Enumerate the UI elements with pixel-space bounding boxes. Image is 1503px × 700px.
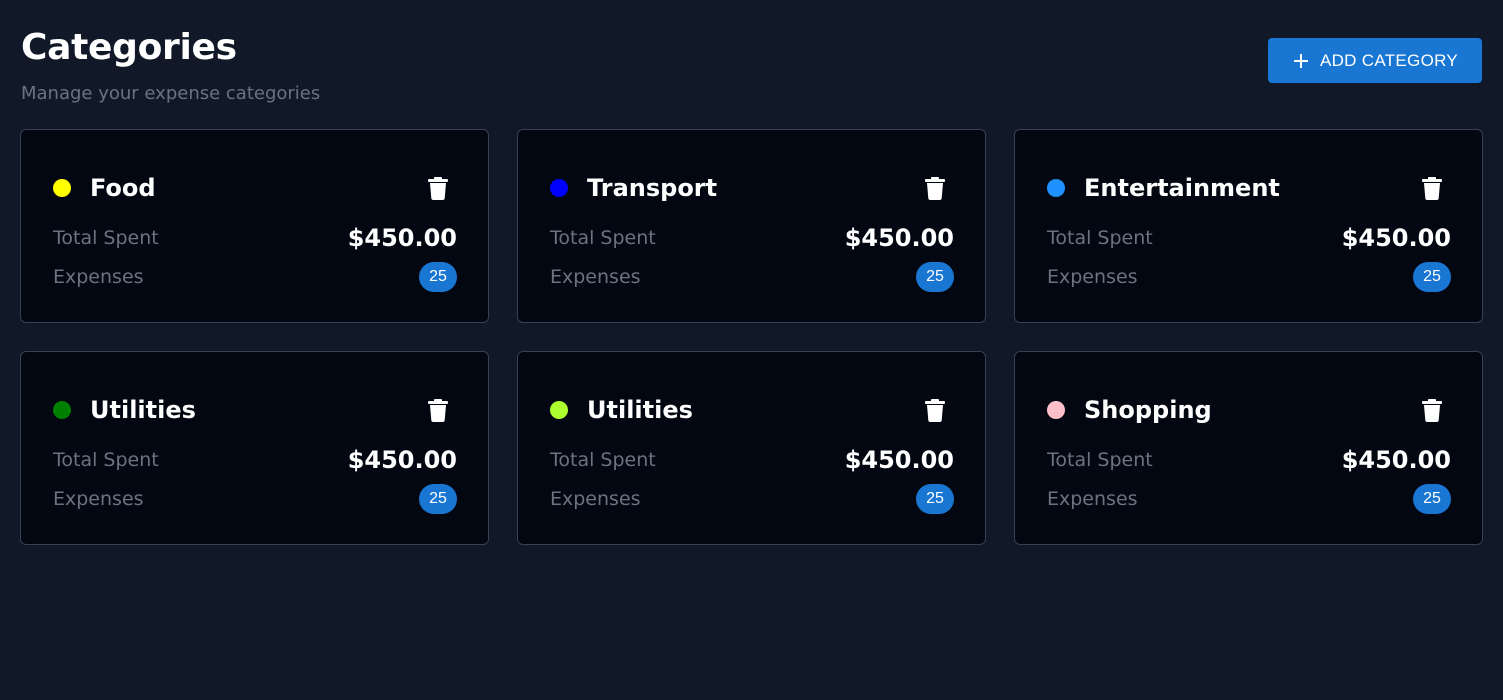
expenses-row: Expenses 25 — [53, 484, 457, 514]
category-name: Transport — [587, 174, 718, 202]
total-spent-value: $450.00 — [844, 224, 954, 252]
total-spent-label: Total Spent — [1047, 449, 1153, 471]
category-card: Transport Total Spent $450.00 Expenses 2… — [517, 129, 986, 323]
delete-category-button[interactable] — [921, 396, 949, 424]
total-spent-label: Total Spent — [1047, 227, 1153, 249]
expense-count-badge: 25 — [916, 262, 954, 292]
expense-count-badge: 25 — [1413, 262, 1451, 292]
expenses-label: Expenses — [1047, 266, 1138, 288]
trash-icon — [1422, 177, 1442, 200]
category-card: Utilities Total Spent $450.00 Expenses 2… — [20, 351, 489, 545]
category-card: Shopping Total Spent $450.00 Expenses 25 — [1014, 351, 1483, 545]
categories-page: Categories Manage your expense categorie… — [0, 0, 1503, 700]
delete-category-button[interactable] — [921, 174, 949, 202]
delete-category-button[interactable] — [424, 174, 452, 202]
card-header: Entertainment — [1047, 174, 1450, 202]
trash-icon — [428, 177, 448, 200]
category-grid: Food Total Spent $450.00 Expenses 25 Tra… — [20, 129, 1483, 545]
total-spent-row: Total Spent $450.00 — [1047, 446, 1451, 474]
expenses-label: Expenses — [550, 488, 641, 510]
category-name: Entertainment — [1084, 174, 1280, 202]
expenses-row: Expenses 25 — [550, 484, 954, 514]
add-category-label: ADD CATEGORY — [1319, 50, 1459, 70]
delete-category-button[interactable] — [424, 396, 452, 424]
add-category-button[interactable]: ADD CATEGORY — [1268, 38, 1482, 83]
category-card: Entertainment Total Spent $450.00 Expens… — [1014, 129, 1483, 323]
category-color-dot — [550, 401, 568, 419]
expense-count-badge: 25 — [1413, 484, 1451, 514]
category-color-dot — [550, 179, 568, 197]
page-subtitle: Manage your expense categories — [21, 83, 321, 104]
total-spent-value: $450.00 — [347, 224, 457, 252]
category-name: Utilities — [90, 396, 196, 424]
category-name: Food — [90, 174, 156, 202]
category-name: Shopping — [1084, 396, 1212, 424]
category-name: Utilities — [587, 396, 693, 424]
total-spent-label: Total Spent — [550, 449, 656, 471]
delete-category-button[interactable] — [1418, 396, 1446, 424]
total-spent-row: Total Spent $450.00 — [53, 224, 457, 252]
total-spent-row: Total Spent $450.00 — [550, 446, 954, 474]
card-header: Shopping — [1047, 396, 1450, 424]
card-header: Food — [53, 174, 456, 202]
total-spent-label: Total Spent — [550, 227, 656, 249]
total-spent-value: $450.00 — [347, 446, 457, 474]
card-header: Transport — [550, 174, 953, 202]
expenses-label: Expenses — [53, 488, 144, 510]
expenses-row: Expenses 25 — [1047, 484, 1451, 514]
page-title: Categories — [21, 27, 237, 68]
total-spent-label: Total Spent — [53, 449, 159, 471]
total-spent-value: $450.00 — [1341, 446, 1451, 474]
total-spent-row: Total Spent $450.00 — [1047, 224, 1451, 252]
card-header: Utilities — [53, 396, 456, 424]
expenses-row: Expenses 25 — [53, 262, 457, 292]
page-header: Categories Manage your expense categorie… — [21, 24, 320, 105]
expenses-label: Expenses — [53, 266, 144, 288]
delete-category-button[interactable] — [1418, 174, 1446, 202]
total-spent-row: Total Spent $450.00 — [53, 446, 457, 474]
total-spent-label: Total Spent — [53, 227, 159, 249]
total-spent-value: $450.00 — [844, 446, 954, 474]
expenses-label: Expenses — [550, 266, 641, 288]
trash-icon — [925, 177, 945, 200]
trash-icon — [428, 399, 448, 422]
trash-icon — [925, 399, 945, 422]
category-color-dot — [53, 179, 71, 197]
expense-count-badge: 25 — [419, 484, 457, 514]
category-color-dot — [1047, 401, 1065, 419]
expenses-row: Expenses 25 — [550, 262, 954, 292]
total-spent-value: $450.00 — [1341, 224, 1451, 252]
category-color-dot — [53, 401, 71, 419]
category-card: Utilities Total Spent $450.00 Expenses 2… — [517, 351, 986, 545]
category-color-dot — [1047, 179, 1065, 197]
expenses-row: Expenses 25 — [1047, 262, 1451, 292]
card-header: Utilities — [550, 396, 953, 424]
trash-icon — [1422, 399, 1442, 422]
expense-count-badge: 25 — [916, 484, 954, 514]
expense-count-badge: 25 — [419, 262, 457, 292]
category-card: Food Total Spent $450.00 Expenses 25 — [20, 129, 489, 323]
plus-icon — [1292, 52, 1310, 70]
total-spent-row: Total Spent $450.00 — [550, 224, 954, 252]
expenses-label: Expenses — [1047, 488, 1138, 510]
